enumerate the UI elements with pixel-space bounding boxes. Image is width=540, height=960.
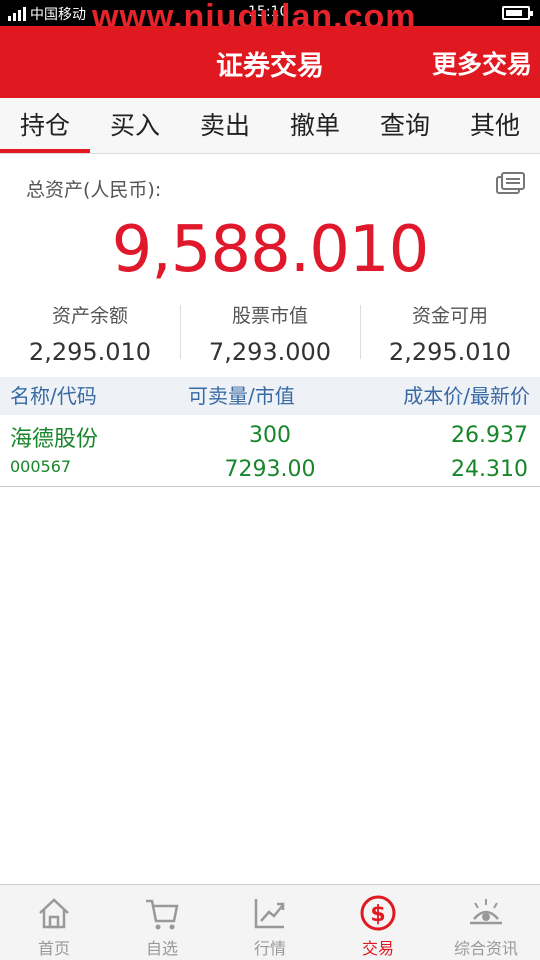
tab-other[interactable]: 其他 xyxy=(450,98,540,153)
cost-price: 26.937 xyxy=(451,423,528,448)
asset-summary: 总资产(人民币): 9,588.010 资产余额 2,295.010 股票市值 … xyxy=(0,155,540,377)
balance-label: 资产余额 xyxy=(51,305,128,327)
tab-sell[interactable]: 卖出 xyxy=(180,98,270,153)
nav-trade-label: 交易 xyxy=(361,939,394,958)
position-market-value: 7293.00 xyxy=(224,457,316,482)
stock-code: 000567 xyxy=(10,457,72,476)
trade-tabs: 持仓 买入 卖出 撤单 查询 其他 xyxy=(0,98,540,154)
nav-trade[interactable]: $ 交易 xyxy=(324,885,432,960)
chart-icon xyxy=(254,899,285,929)
carrier-label: 中国移动 xyxy=(30,7,86,23)
cart-icon xyxy=(146,899,179,930)
last-price: 24.310 xyxy=(451,457,528,482)
tab-cancel-order[interactable]: 撤单 xyxy=(270,98,360,153)
svg-text:$: $ xyxy=(370,902,385,927)
available-funds-value: 2,295.010 xyxy=(388,338,512,366)
nav-market-label: 行情 xyxy=(253,939,286,958)
nav-market[interactable]: 行情 xyxy=(216,885,324,960)
balance-value: 2,295.010 xyxy=(28,338,152,366)
asset-breakdown: 资产余额 2,295.010 股票市值 7,293.000 资金可用 2,295… xyxy=(0,297,540,367)
nav-watchlist[interactable]: 自选 xyxy=(108,885,216,960)
bottom-nav: 首页 自选 行情 $ 交易 综合资讯 xyxy=(0,884,540,960)
market-value-value: 7,293.000 xyxy=(208,338,332,366)
total-assets-value: 9,588.010 xyxy=(111,213,430,287)
tab-holdings[interactable]: 持仓 xyxy=(0,98,90,153)
news-icon xyxy=(470,899,502,925)
transfer-icon[interactable] xyxy=(494,169,526,201)
carrier-info: 中国移动 xyxy=(8,4,86,24)
header-qty-value: 可卖量/市值 xyxy=(188,384,295,408)
balance-cell: 资产余额 2,295.010 xyxy=(0,297,180,367)
dollar-icon: $ xyxy=(360,895,396,931)
available-funds-label: 资金可用 xyxy=(411,305,488,327)
home-icon xyxy=(39,898,69,929)
table-row[interactable]: 海德股份 000567 300 7293.00 26.937 24.310 xyxy=(0,415,540,487)
nav-news[interactable]: 综合资讯 xyxy=(432,885,540,960)
tab-buy[interactable]: 买入 xyxy=(90,98,180,153)
battery-icon xyxy=(502,6,533,20)
stock-name: 海德股份 xyxy=(10,427,99,452)
available-funds-cell: 资金可用 2,295.010 xyxy=(360,297,540,367)
header-cost-last: 成本价/最新价 xyxy=(403,384,530,408)
holdings-table-header: 名称/代码 可卖量/市值 成本价/最新价 xyxy=(0,377,540,415)
market-value-cell: 股票市值 7,293.000 xyxy=(180,297,360,367)
tab-query[interactable]: 查询 xyxy=(360,98,450,153)
nav-watchlist-label: 自选 xyxy=(145,939,178,958)
header-name-code: 名称/代码 xyxy=(10,384,97,408)
app-header: 证券交易 更多交易 xyxy=(0,26,540,98)
more-trading-button[interactable]: 更多交易 xyxy=(432,45,532,81)
market-value-label: 股票市值 xyxy=(231,305,308,327)
nav-home[interactable]: 首页 xyxy=(0,885,108,960)
nav-news-label: 综合资讯 xyxy=(453,939,518,958)
sellable-qty: 300 xyxy=(249,423,291,448)
total-assets-label: 总资产(人民币): xyxy=(26,179,162,201)
nav-home-label: 首页 xyxy=(37,939,70,958)
signal-icon xyxy=(8,7,26,21)
